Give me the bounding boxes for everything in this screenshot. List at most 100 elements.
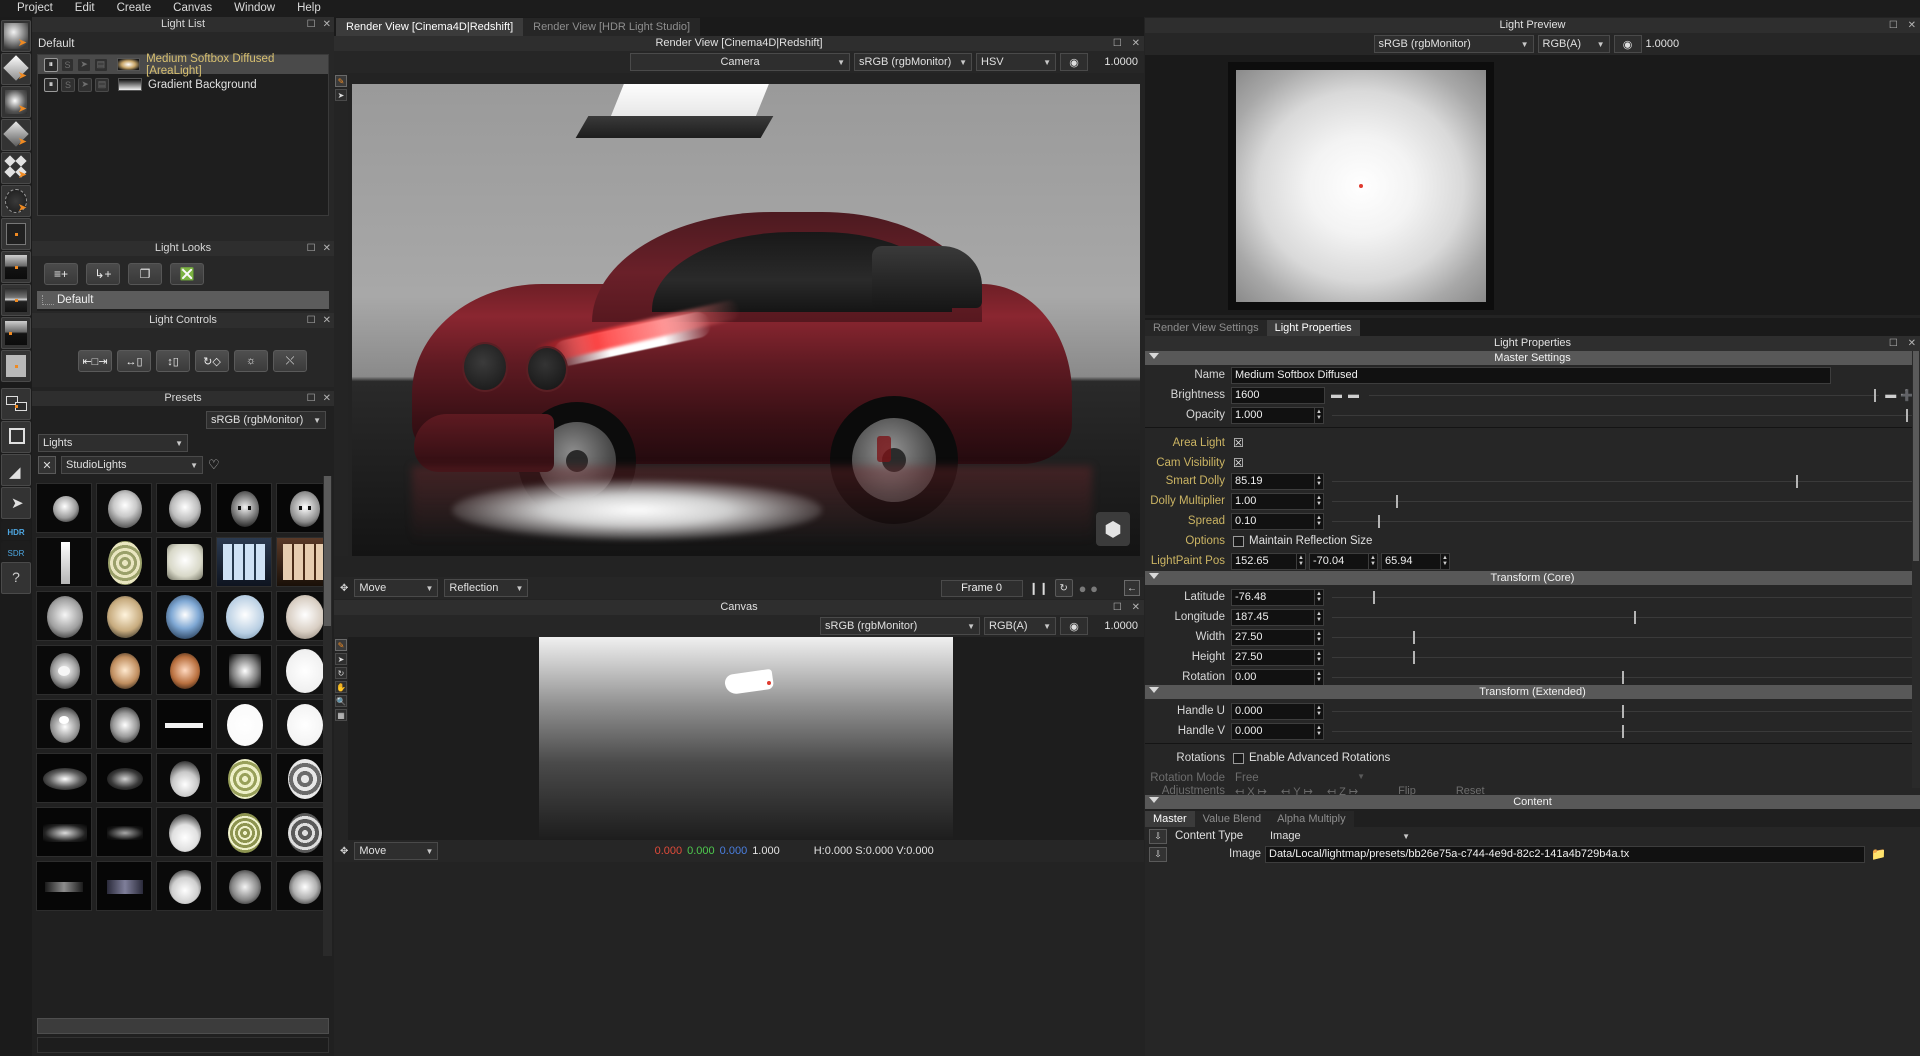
rail-point-light-icon[interactable]: ➤: [1, 86, 31, 118]
canvas-hdri-map[interactable]: [539, 637, 953, 840]
width-slider[interactable]: [1332, 629, 1912, 646]
light-list-empty-row[interactable]: [38, 155, 328, 175]
preset-thumb[interactable]: [156, 699, 212, 749]
light-list-empty-row[interactable]: [38, 195, 328, 215]
light-list-empty-row[interactable]: [38, 95, 328, 115]
delete-look-button[interactable]: ❎: [170, 263, 204, 285]
image-load-icon[interactable]: ⇩: [1149, 846, 1167, 862]
record-dot-icon[interactable]: ● ●: [1079, 581, 1098, 596]
preset-thumb[interactable]: [96, 591, 152, 641]
rotation-field[interactable]: 0.00: [1231, 668, 1315, 686]
cam-visibility-checkbox[interactable]: ☒: [1233, 456, 1244, 470]
smart-dolly-slider[interactable]: [1332, 473, 1912, 490]
preset-thumb[interactable]: [96, 699, 152, 749]
smart-dolly-stepper[interactable]: ▲ ▼: [1315, 472, 1324, 490]
preset-thumb[interactable]: [156, 753, 212, 803]
height-stepper[interactable]: ▲ ▼: [1315, 648, 1324, 666]
tab-render-view-hls[interactable]: Render View [HDR Light Studio]: [523, 17, 701, 36]
lightpaint-x-stepper[interactable]: ▲ ▼: [1297, 552, 1306, 570]
tab-light-properties[interactable]: Light Properties: [1266, 320, 1360, 336]
select-tool-icon[interactable]: ➤: [335, 653, 347, 665]
preset-thumb[interactable]: [156, 645, 212, 695]
rotate-tool-icon[interactable]: ↻: [335, 667, 347, 679]
menu-help[interactable]: Help: [286, 0, 332, 17]
preview-center-handle[interactable]: [1359, 184, 1363, 188]
light-list-empty-row[interactable]: [38, 175, 328, 195]
undock-icon[interactable]: ☐: [1889, 338, 1898, 349]
undock-icon[interactable]: ☐: [307, 391, 316, 406]
light-select-toggle[interactable]: ➤: [78, 77, 92, 92]
preset-thumb[interactable]: [216, 645, 272, 695]
preset-thumb[interactable]: [156, 807, 212, 857]
spread-stepper[interactable]: ▲ ▼: [1315, 512, 1324, 530]
grid-tool-icon[interactable]: ▦: [335, 709, 347, 721]
area-light-checkbox[interactable]: ☒: [1233, 436, 1244, 450]
light-enable-toggle[interactable]: ⏸: [44, 57, 58, 72]
rail-help-icon[interactable]: ?: [1, 562, 31, 594]
rail-sdr-label-icon[interactable]: SDR: [1, 541, 31, 561]
rail-paint-tool-icon[interactable]: ◢: [1, 454, 31, 486]
add-look-button[interactable]: ≡+: [44, 263, 78, 285]
brightness-control-button[interactable]: ☼: [234, 350, 268, 372]
preset-thumb[interactable]: [156, 537, 212, 587]
handle-u-stepper[interactable]: ▲ ▼: [1315, 702, 1324, 720]
close-icon[interactable]: ✕: [1132, 38, 1140, 49]
tab-value-blend[interactable]: Value Blend: [1194, 811, 1270, 827]
spread-slider[interactable]: [1332, 513, 1912, 530]
height-slider[interactable]: [1332, 649, 1912, 666]
undock-icon[interactable]: ☐: [1113, 38, 1122, 49]
preset-thumb[interactable]: [36, 537, 92, 587]
render-exposure-value[interactable]: 1.0000: [1092, 56, 1138, 68]
light-select-toggle[interactable]: ➤: [77, 57, 92, 72]
folder-icon[interactable]: 📁: [1871, 847, 1886, 861]
lightpaint-y-field[interactable]: -70.04: [1309, 552, 1369, 570]
rail-flat-color-icon[interactable]: [1, 350, 31, 382]
rotate-control-button[interactable]: ↻◇: [195, 350, 229, 372]
close-icon[interactable]: ✕: [323, 17, 331, 32]
longitude-stepper[interactable]: ▲ ▼: [1315, 608, 1324, 626]
undock-icon[interactable]: ☐: [307, 313, 316, 328]
collapse-arrow-icon[interactable]: ←: [1124, 580, 1140, 596]
close-icon[interactable]: ✕: [323, 391, 331, 406]
transform-core-header[interactable]: Transform (Core): [1145, 571, 1920, 585]
height-field[interactable]: 27.50: [1231, 648, 1315, 666]
preset-thumb[interactable]: [36, 591, 92, 641]
preset-thumb[interactable]: [36, 861, 92, 911]
preset-thumb[interactable]: [216, 753, 272, 803]
rail-hdr-label-icon[interactable]: HDR: [1, 520, 31, 540]
light-lock-toggle[interactable]: ▤: [94, 57, 108, 72]
close-icon[interactable]: ✕: [1908, 20, 1916, 31]
opacity-stepper[interactable]: ▲ ▼: [1315, 406, 1324, 424]
content-header[interactable]: Content: [1145, 795, 1920, 809]
preset-thumb[interactable]: [36, 699, 92, 749]
rail-gradient-icon[interactable]: [1, 218, 31, 250]
collapse-triangle-icon[interactable]: [1149, 687, 1159, 693]
presets-subcategory-dropdown[interactable]: StudioLights ▼: [61, 456, 203, 474]
brightness-slider[interactable]: [1369, 387, 1880, 404]
content-type-load-icon[interactable]: ⇩: [1149, 828, 1167, 844]
light-list-row-1[interactable]: ⏸ S ➤ ▤ Gradient Background: [38, 75, 328, 95]
rail-flat-light-icon[interactable]: ➤: [1, 119, 31, 151]
preset-thumb[interactable]: [216, 591, 272, 641]
rail-hdri-bg-icon[interactable]: [1, 284, 31, 316]
handle-v-slider[interactable]: [1332, 723, 1912, 740]
preview-channel-dropdown[interactable]: RGB(A) ▼: [1537, 35, 1610, 53]
light-preview-canvas[interactable]: [1228, 62, 1494, 310]
rail-plane-light-icon[interactable]: ➤: [1, 53, 31, 85]
preset-thumb[interactable]: [36, 483, 92, 533]
transform-extended-header[interactable]: Transform (Extended): [1145, 685, 1920, 699]
menu-edit[interactable]: Edit: [64, 0, 106, 17]
handle-u-field[interactable]: 0.000: [1231, 702, 1315, 720]
lightpaint-x-field[interactable]: 152.65: [1231, 552, 1297, 570]
presets-close-icon[interactable]: ✕: [38, 456, 56, 474]
aperture-icon[interactable]: ◉: [1060, 617, 1088, 635]
light-solo-toggle[interactable]: S: [60, 57, 75, 72]
rotation-slider[interactable]: [1332, 669, 1912, 686]
menu-canvas[interactable]: Canvas: [162, 0, 223, 17]
tab-alpha-multiply[interactable]: Alpha Multiply: [1269, 811, 1354, 827]
rotation-stepper[interactable]: ▲ ▼: [1315, 668, 1324, 686]
preset-thumb[interactable]: [216, 861, 272, 911]
light-looks-list[interactable]: Default: [37, 291, 329, 311]
select-tool-icon[interactable]: ➤: [335, 89, 347, 101]
rail-pointer-tool-icon[interactable]: ➤: [1, 487, 31, 519]
